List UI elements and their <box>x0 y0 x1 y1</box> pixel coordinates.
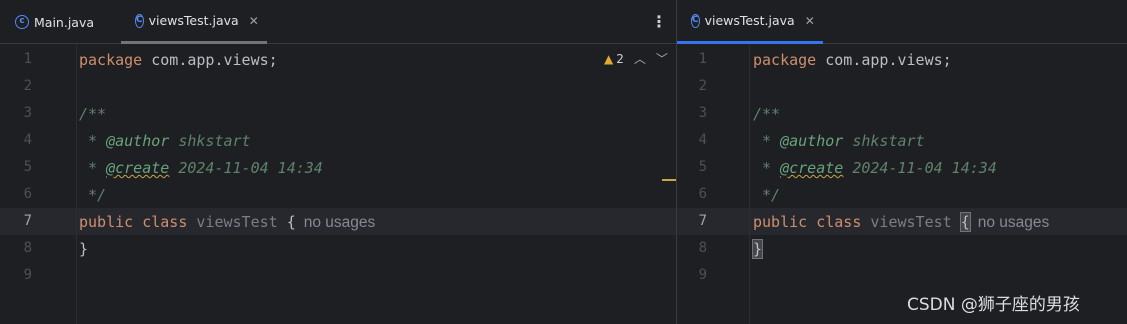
line-number: 2 <box>23 78 32 94</box>
code-line-1: package com.app.views; <box>79 50 278 70</box>
line-number: 7 <box>23 213 32 229</box>
doc-prefix: * <box>79 159 107 177</box>
keyword: public <box>753 213 808 231</box>
doc-tag: @create <box>106 159 170 177</box>
code-line-5: * @create 2024-11-04 14:34 <box>79 158 323 178</box>
keyword: class <box>816 213 862 231</box>
open-brace: { <box>286 213 296 231</box>
package-name: com.app.views; <box>142 51 278 69</box>
doc-tag: @create <box>780 159 844 177</box>
line-number: 9 <box>23 267 32 283</box>
doc-value: shkstart <box>843 132 925 150</box>
line-number: 9 <box>698 267 707 283</box>
keyword: class <box>142 213 188 231</box>
line-number: 3 <box>698 105 707 121</box>
gutter-border <box>749 44 750 324</box>
code-line-3: /** <box>753 105 781 123</box>
tab-label: viewsTest.java <box>148 13 239 28</box>
warning-icon: ▲ <box>604 51 614 66</box>
keyword: package <box>753 51 817 69</box>
doc-value: shkstart <box>169 132 251 150</box>
keyword: public <box>79 213 134 231</box>
usages-hint[interactable]: no usages <box>304 214 376 231</box>
tab-bar-left: c Main.java C viewsTest.java ✕ ⋮ <box>0 0 676 44</box>
doc-prefix: * <box>753 132 781 150</box>
line-number: 4 <box>23 132 32 148</box>
editor-pane-left: c Main.java C viewsTest.java ✕ ⋮ ▲ 2 ︿ ﹀… <box>0 0 676 324</box>
close-icon[interactable]: ✕ <box>805 14 815 28</box>
code-line-6: */ <box>79 186 107 204</box>
class-name: viewsTest <box>870 213 952 231</box>
class-icon: C <box>691 13 700 28</box>
line-number: 3 <box>23 105 32 121</box>
line-number: 4 <box>698 132 707 148</box>
class-name: viewsTest <box>196 213 278 231</box>
code-line-8: } <box>79 240 89 258</box>
doc-value: 2024-11-04 14:34 <box>169 159 323 177</box>
inspection-widget[interactable]: ▲ 2 ︿ ﹀ <box>604 50 668 67</box>
line-number: 5 <box>23 159 32 175</box>
line-number: 5 <box>698 159 707 175</box>
doc-prefix: * <box>79 132 107 150</box>
code-line-5: * @create 2024-11-04 14:34 <box>753 158 997 178</box>
doc-tag: @author <box>780 132 844 150</box>
code-line-3: /** <box>79 105 107 123</box>
more-options-icon[interactable]: ⋮ <box>651 12 667 31</box>
warning-count: 2 <box>616 51 624 66</box>
line-number: 1 <box>698 51 707 67</box>
line-number: 6 <box>698 186 707 202</box>
tab-bar-right: C viewsTest.java ✕ <box>677 0 1127 44</box>
line-number: 1 <box>23 51 32 67</box>
java-class-icon: c <box>15 15 29 29</box>
line-number: 7 <box>698 213 707 229</box>
code-line-4: * @author shkstart <box>753 131 925 151</box>
package-name: com.app.views; <box>816 51 952 69</box>
code-line-6: */ <box>753 186 781 204</box>
gutter-border <box>76 44 77 324</box>
close-icon[interactable]: ✕ <box>249 14 259 28</box>
open-brace-matched: { <box>959 212 971 232</box>
code-line-8: } <box>751 239 764 259</box>
class-icon: C <box>135 13 144 28</box>
code-line-4: * @author shkstart <box>79 131 251 151</box>
line-number: 6 <box>23 186 32 202</box>
watermark: CSDN @狮子座的男孩 <box>907 295 1080 315</box>
code-line-7: public class viewsTest { no usages <box>79 212 375 233</box>
tab-main-java[interactable]: c Main.java <box>15 0 94 44</box>
close-brace-matched: } <box>751 239 764 259</box>
tab-viewstest-java-right[interactable]: C viewsTest.java ✕ <box>677 0 823 44</box>
code-line-7: public class viewsTest { no usages <box>753 212 1049 233</box>
tab-label: viewsTest.java <box>704 13 795 28</box>
line-number: 2 <box>698 78 707 94</box>
doc-tag: @author <box>106 132 170 150</box>
code-line-1: package com.app.views; <box>753 50 952 70</box>
chevron-down-icon[interactable]: ﹀ <box>656 50 668 67</box>
editor-pane-right: C viewsTest.java ✕ 1 2 3 4 5 6 7 8 9 pac… <box>677 0 1127 324</box>
tab-label: Main.java <box>34 14 95 30</box>
tab-viewstest-java-left[interactable]: C viewsTest.java ✕ <box>121 0 267 44</box>
doc-prefix: * <box>753 159 781 177</box>
line-number: 8 <box>698 240 707 256</box>
doc-value: 2024-11-04 14:34 <box>843 159 997 177</box>
usages-hint[interactable]: no usages <box>978 214 1050 231</box>
keyword: package <box>79 51 143 69</box>
chevron-up-icon[interactable]: ︿ <box>634 50 646 67</box>
warning-marker[interactable] <box>662 179 676 181</box>
line-number: 8 <box>23 240 32 256</box>
